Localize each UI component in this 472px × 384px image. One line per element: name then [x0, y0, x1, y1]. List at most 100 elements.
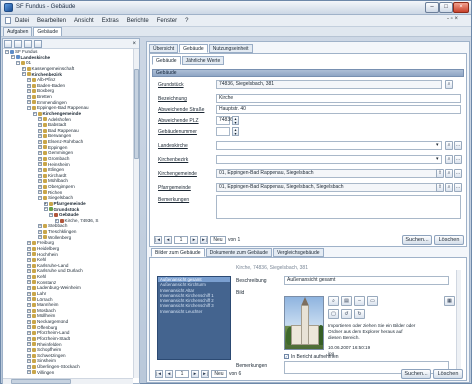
expand-toggle-icon[interactable]: + [21, 66, 26, 71]
refresh-icon[interactable] [4, 39, 12, 48]
expand-toggle-icon[interactable]: + [27, 100, 31, 105]
first-record-button[interactable]: |◄ [154, 236, 162, 244]
expand-toggle-icon[interactable]: + [27, 347, 31, 352]
first-record-button[interactable]: |◄ [155, 370, 163, 378]
object-tree[interactable]: − SF Fundus − Landeskirche −01 + Kassengemeins… [3, 49, 133, 378]
expand-icon[interactable] [14, 39, 22, 48]
menu-bearbeiten[interactable]: Bearbeiten [37, 18, 66, 24]
menu-datei[interactable]: Datei [15, 18, 29, 24]
expand-toggle-icon[interactable]: + [54, 218, 59, 223]
expand-toggle-icon[interactable]: + [38, 156, 42, 161]
more-icon[interactable]: … [454, 155, 462, 164]
expand-toggle-icon[interactable]: + [27, 246, 31, 251]
tab-gebaeude[interactable]: Gebäude [33, 27, 62, 36]
menu-berichte[interactable]: Berichte [127, 18, 149, 24]
expand-toggle-icon[interactable]: + [27, 291, 31, 296]
panel-close-icon[interactable]: × [132, 41, 136, 47]
next-record-button[interactable]: ► [191, 370, 199, 378]
collapse-toggle-icon[interactable]: − [10, 55, 15, 60]
expand-toggle-icon[interactable]: + [27, 314, 31, 319]
expand-toggle-icon[interactable]: + [38, 162, 42, 167]
collapse-toggle-icon[interactable]: − [32, 111, 37, 116]
expand-toggle-icon[interactable]: + [38, 173, 42, 178]
copy-icon[interactable]: ▭ [367, 296, 378, 306]
collapse-toggle-icon[interactable]: − [21, 72, 26, 77]
plz-input[interactable]: 74836 [216, 116, 233, 125]
expand-toggle-icon[interactable]: + [38, 229, 42, 234]
chevron-down-icon[interactable]: ▾ [436, 142, 439, 148]
expand-toggle-icon[interactable]: + [38, 235, 42, 240]
collapse-toggle-icon[interactable]: − [16, 61, 20, 66]
mdi-controls[interactable]: - ▫ × [447, 16, 458, 22]
rotate-left-icon[interactable]: ↺ [341, 309, 352, 319]
plz-stepper[interactable]: ▴ ▾ [232, 116, 239, 125]
detail-scrollbar[interactable] [456, 270, 461, 374]
search-icon[interactable]: ⌕ [445, 141, 453, 150]
expand-toggle-icon[interactable]: + [27, 77, 31, 82]
expand-toggle-icon[interactable]: + [27, 336, 31, 341]
expand-toggle-icon[interactable]: + [38, 139, 42, 144]
expand-toggle-icon[interactable]: + [27, 325, 31, 330]
zoom-icon[interactable]: ⌕ [328, 296, 339, 306]
tab-uebersicht[interactable]: Übersicht [149, 44, 179, 53]
expand-toggle-icon[interactable]: + [38, 151, 42, 156]
collapse-toggle-icon[interactable]: − [38, 196, 42, 201]
expand-toggle-icon[interactable]: + [38, 179, 42, 184]
church-photo[interactable] [284, 296, 324, 350]
search-icon[interactable]: ⌕ [445, 80, 453, 89]
tab-vergleichsgebaeude[interactable]: Vergleichsgebäude [272, 248, 324, 257]
bezeichnung-input[interactable]: Kirche [216, 94, 461, 103]
expand-toggle-icon[interactable]: + [27, 353, 31, 358]
subtab-gebaeude[interactable]: Gebäude [152, 56, 181, 65]
search-button[interactable]: Suchen... [402, 235, 432, 245]
expand-toggle-icon[interactable]: + [27, 370, 31, 375]
prev-record-button[interactable]: ◄ [165, 370, 173, 378]
next-record-button[interactable]: ► [190, 236, 198, 244]
gebaeudenummer-stepper[interactable]: ▴ ▾ [232, 127, 239, 136]
expand-toggle-icon[interactable]: + [38, 224, 42, 229]
tab-aufgaben[interactable]: Aufgaben [3, 27, 33, 36]
minimize-button[interactable]: – [425, 2, 439, 13]
expand-toggle-icon[interactable]: + [27, 89, 31, 94]
tab-gebaeude-detail[interactable]: Gebäude [179, 44, 208, 53]
last-record-button[interactable]: ►| [200, 236, 208, 244]
beschreibung-input[interactable]: Außenansicht gesamt [284, 276, 449, 285]
import-icon[interactable]: ▤ [341, 296, 352, 306]
expand-toggle-icon[interactable]: + [27, 364, 31, 369]
collapse-icon[interactable] [24, 39, 32, 48]
expand-toggle-icon[interactable]: + [43, 201, 48, 206]
expand-toggle-icon[interactable]: + [27, 359, 31, 364]
expand-toggle-icon[interactable]: + [27, 257, 31, 262]
menu-help[interactable]: ? [185, 18, 188, 24]
expand-toggle-icon[interactable]: + [38, 122, 42, 127]
new-record-button[interactable]: Neu [211, 370, 227, 378]
expand-toggle-icon[interactable]: + [27, 297, 31, 302]
expand-toggle-icon[interactable]: + [27, 83, 31, 88]
scrollbar-thumb[interactable] [11, 379, 71, 384]
more-icon[interactable]: … [454, 169, 462, 178]
collapse-toggle-icon[interactable]: − [5, 49, 9, 54]
menu-extras[interactable]: Extras [102, 18, 119, 24]
collapse-toggle-icon[interactable]: − [49, 212, 53, 217]
frame-icon[interactable]: ▢ [328, 309, 339, 319]
image-delete-button[interactable]: Löschen [433, 369, 463, 379]
remove-icon[interactable]: – [354, 296, 365, 306]
expand-toggle-icon[interactable]: + [27, 269, 31, 274]
expand-toggle-icon[interactable]: + [27, 308, 31, 313]
collapse-toggle-icon[interactable]: − [43, 207, 48, 212]
subtab-jaehrliche-werte[interactable]: Jährliche Werte [181, 56, 225, 65]
tree-vertical-scrollbar[interactable] [133, 49, 139, 378]
bemerkungen-textarea[interactable] [216, 195, 461, 219]
expand-toggle-icon[interactable]: + [27, 241, 31, 246]
record-number-input[interactable]: 1 [175, 370, 189, 378]
strasse-input[interactable]: Hauptstr. 40 [216, 105, 461, 114]
rotate-right-icon[interactable]: ↻ [354, 309, 365, 319]
image-list[interactable]: Außenansicht gesamt Außenansicht Kirchtur… [157, 276, 231, 360]
chevron-down-icon[interactable]: ▾ [436, 156, 439, 162]
delete-button[interactable]: Löschen [434, 235, 464, 245]
expand-toggle-icon[interactable]: + [27, 331, 31, 336]
expand-toggle-icon[interactable]: + [38, 190, 42, 195]
record-number-input[interactable]: 1 [174, 236, 188, 244]
expand-toggle-icon[interactable]: + [27, 263, 31, 268]
expand-toggle-icon[interactable]: + [27, 274, 31, 279]
